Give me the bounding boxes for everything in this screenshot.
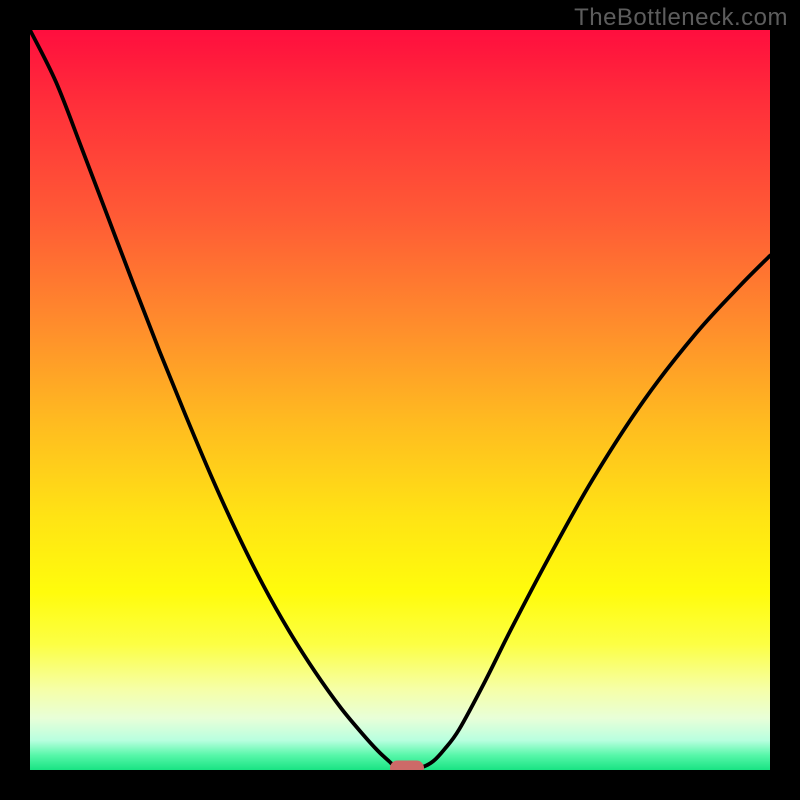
plot-area <box>30 30 770 770</box>
optimal-point-marker <box>390 760 424 770</box>
bottleneck-curve <box>30 30 770 769</box>
chart-frame: TheBottleneck.com <box>0 0 800 800</box>
curve-layer <box>30 30 770 770</box>
watermark-text: TheBottleneck.com <box>574 4 788 32</box>
